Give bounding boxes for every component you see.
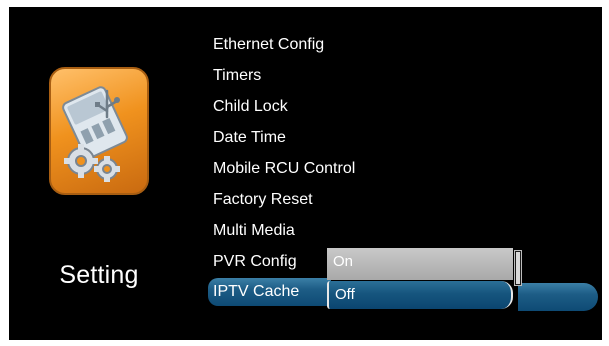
section-title: Setting [59,261,139,289]
selection-highlight-bar [518,283,598,311]
menu-item-factory-reset[interactable]: Factory Reset [212,184,355,215]
tv-screen: Setting Ethernet Config Timers Child Loc… [9,7,602,340]
iptv-cache-dropdown[interactable]: On Off [327,248,513,310]
menu-item-iptv-cache[interactable]: IPTV Cache [208,278,331,306]
menu-item-timers[interactable]: Timers [212,60,355,91]
settings-tools-icon [49,67,149,195]
menu-item-multi-media[interactable]: Multi Media [212,215,355,246]
menu-item-date-time[interactable]: Date Time [212,122,355,153]
dropdown-scrollbar[interactable] [514,250,522,286]
menu-item-child-lock[interactable]: Child Lock [212,91,355,122]
scrollbar-thumb[interactable] [516,252,520,284]
dropdown-option-off[interactable]: Off [327,281,513,309]
menu-item-mobile-rcu-control[interactable]: Mobile RCU Control [212,153,355,184]
dropdown-option-on[interactable]: On [327,248,513,280]
menu-item-ethernet-config[interactable]: Ethernet Config [212,29,355,60]
